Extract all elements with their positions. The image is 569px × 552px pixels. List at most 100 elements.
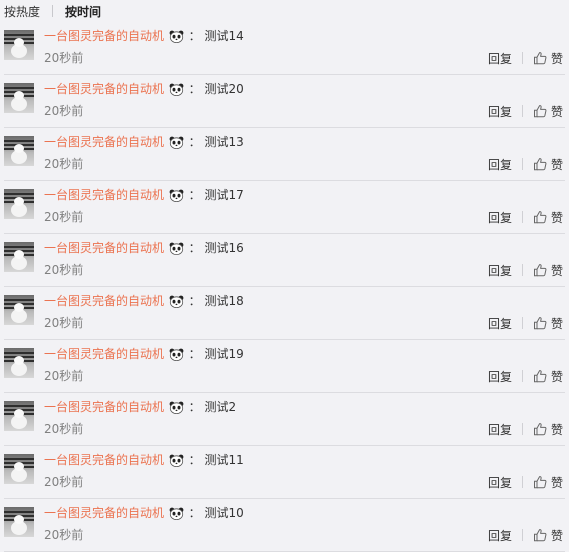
comment-username[interactable]: 一台图灵完备的自动机	[44, 453, 164, 467]
like-button[interactable]: 赞	[533, 209, 563, 226]
comment-colon: ：	[188, 400, 201, 414]
user-avatar[interactable]	[4, 189, 34, 219]
like-button[interactable]: 赞	[533, 50, 563, 67]
comment-line: 一台图灵完备的自动机 ： 测试18	[44, 293, 244, 312]
user-avatar[interactable]	[4, 295, 34, 325]
action-divider	[521, 105, 523, 117]
reply-button[interactable]: 回复	[488, 103, 512, 120]
comment-line: 一台图灵完备的自动机 ： 测试10	[44, 505, 244, 524]
like-button[interactable]: 赞	[533, 315, 563, 332]
comment-item: 一台图灵完备的自动机 ： 测试18 20秒前 回复 赞	[0, 287, 569, 340]
user-avatar[interactable]	[4, 242, 34, 272]
comment-colon: ：	[188, 294, 201, 308]
user-avatar[interactable]	[4, 136, 34, 166]
like-label: 赞	[550, 475, 563, 490]
comment-actions: 回复 赞	[488, 103, 563, 119]
action-divider	[521, 370, 523, 382]
like-button[interactable]: 赞	[533, 368, 563, 385]
comment-actions: 回复 赞	[488, 262, 563, 278]
comment-username[interactable]: 一台图灵完备的自动机	[44, 135, 164, 149]
like-button[interactable]: 赞	[533, 527, 563, 544]
reply-button[interactable]: 回复	[488, 421, 512, 438]
avatar-snowman-head	[14, 38, 24, 47]
thumbs-up-icon	[533, 105, 547, 118]
comment-item: 一台图灵完备的自动机 ： 测试11 20秒前 回复 赞	[0, 446, 569, 499]
comment-item: 一台图灵完备的自动机 ： 测试10 20秒前 回复 赞	[0, 499, 569, 552]
avatar-rail-1	[4, 193, 34, 195]
comment-username[interactable]: 一台图灵完备的自动机	[44, 29, 164, 43]
comment-line: 一台图灵完备的自动机 ： 测试11	[44, 452, 244, 471]
comment-time: 20秒前	[44, 422, 84, 436]
like-label: 赞	[550, 316, 563, 331]
thumbs-up-icon	[533, 264, 547, 277]
comment-line: 一台图灵完备的自动机 ： 测试13	[44, 134, 244, 153]
comment-actions: 回复 赞	[488, 50, 563, 66]
comment-content: 测试13	[204, 135, 244, 149]
like-button[interactable]: 赞	[533, 156, 563, 173]
user-avatar[interactable]	[4, 454, 34, 484]
comment-time: 20秒前	[44, 210, 84, 224]
reply-button[interactable]: 回复	[488, 156, 512, 173]
comment-content: 测试16	[204, 241, 244, 255]
avatar-rail-1	[4, 458, 34, 460]
sort-by-hot-tab[interactable]: 按热度	[4, 3, 40, 20]
comment-line: 一台图灵完备的自动机 ： 测试2	[44, 399, 236, 418]
comment-colon: ：	[188, 29, 201, 43]
panda-icon	[169, 507, 184, 524]
comment-username[interactable]: 一台图灵完备的自动机	[44, 506, 164, 520]
comment-colon: ：	[188, 241, 201, 255]
reply-button[interactable]: 回复	[488, 474, 512, 491]
comment-item: 一台图灵完备的自动机 ： 测试16 20秒前 回复 赞	[0, 234, 569, 287]
comment-colon: ：	[188, 188, 201, 202]
avatar-snowman-head	[14, 144, 24, 153]
action-divider	[521, 211, 523, 223]
comment-item: 一台图灵完备的自动机 ： 测试2 20秒前 回复 赞	[0, 393, 569, 446]
action-divider	[521, 52, 523, 64]
comment-username[interactable]: 一台图灵完备的自动机	[44, 82, 164, 96]
panda-icon	[169, 136, 184, 153]
user-avatar[interactable]	[4, 30, 34, 60]
panda-icon	[169, 401, 184, 418]
comment-username[interactable]: 一台图灵完备的自动机	[44, 347, 164, 361]
sort-by-time-tab[interactable]: 按时间	[65, 3, 101, 20]
action-divider	[521, 158, 523, 170]
thumbs-up-icon	[533, 423, 547, 436]
comment-time: 20秒前	[44, 475, 84, 489]
reply-button[interactable]: 回复	[488, 262, 512, 279]
like-button[interactable]: 赞	[533, 103, 563, 120]
user-avatar[interactable]	[4, 83, 34, 113]
reply-button[interactable]: 回复	[488, 209, 512, 226]
comment-colon: ：	[188, 82, 201, 96]
reply-button[interactable]: 回复	[488, 527, 512, 544]
action-divider	[521, 529, 523, 541]
avatar-rail-1	[4, 352, 34, 354]
like-label: 赞	[550, 210, 563, 225]
comment-time: 20秒前	[44, 104, 84, 118]
comment-username[interactable]: 一台图灵完备的自动机	[44, 294, 164, 308]
user-avatar[interactable]	[4, 401, 34, 431]
user-avatar[interactable]	[4, 507, 34, 537]
comment-username[interactable]: 一台图灵完备的自动机	[44, 188, 164, 202]
user-avatar[interactable]	[4, 348, 34, 378]
avatar-snowman-head	[14, 409, 24, 418]
reply-button[interactable]: 回复	[488, 315, 512, 332]
avatar-snowman-head	[14, 462, 24, 471]
avatar-rail-1	[4, 511, 34, 513]
comment-username[interactable]: 一台图灵完备的自动机	[44, 400, 164, 414]
thumbs-up-icon	[533, 158, 547, 171]
comment-line: 一台图灵完备的自动机 ： 测试16	[44, 240, 244, 259]
reply-button[interactable]: 回复	[488, 50, 512, 67]
comment-actions: 回复 赞	[488, 315, 563, 331]
like-button[interactable]: 赞	[533, 474, 563, 491]
avatar-snowman-head	[14, 250, 24, 259]
comment-colon: ：	[188, 506, 201, 520]
reply-button[interactable]: 回复	[488, 368, 512, 385]
like-label: 赞	[550, 157, 563, 172]
like-button[interactable]: 赞	[533, 421, 563, 438]
comment-line: 一台图灵完备的自动机 ： 测试20	[44, 81, 244, 100]
thumbs-up-icon	[533, 52, 547, 65]
action-divider	[521, 264, 523, 276]
comment-username[interactable]: 一台图灵完备的自动机	[44, 241, 164, 255]
like-button[interactable]: 赞	[533, 262, 563, 279]
comment-item: 一台图灵完备的自动机 ： 测试19 20秒前 回复 赞	[0, 340, 569, 393]
